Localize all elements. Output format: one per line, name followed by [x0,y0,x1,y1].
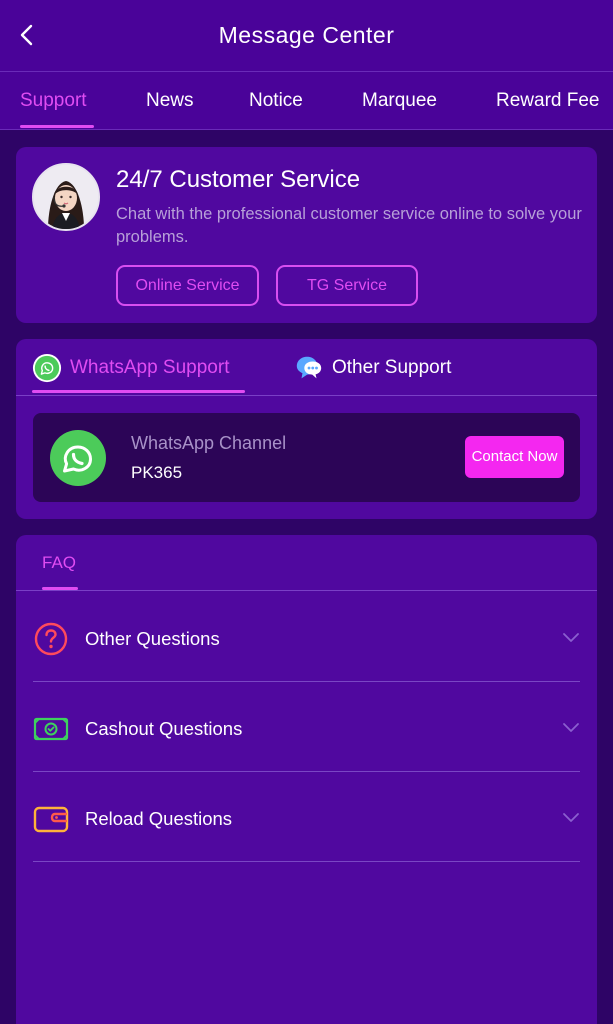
chevron-down-icon [563,813,579,822]
whatsapp-icon [32,353,62,383]
faq-card: FAQ Other Questions Cashout Questions Re… [16,535,597,1024]
customer-service-title: 24/7 Customer Service [116,166,361,193]
contact-now-button[interactable]: Contact Now [465,436,564,478]
tg-service-button[interactable]: TG Service [276,265,418,306]
chat-bubble-icon [296,356,322,379]
question-circle-icon [34,622,68,656]
page-title: Message Center [218,22,395,48]
tab-support[interactable]: Support [20,72,87,130]
tab-other-support[interactable]: Other Support [294,349,451,387]
faq-label: Other Questions [85,628,220,649]
online-service-button[interactable]: Online Service [116,265,259,306]
tab-news[interactable]: News [146,72,194,130]
tab-reward-fee[interactable]: Reward Fee [496,72,600,130]
tab-faq[interactable]: FAQ [42,553,76,573]
faq-label: Reload Questions [85,808,233,829]
back-button[interactable] [14,22,40,48]
customer-service-card: 24/7 Customer Service Chat with the prof… [16,147,597,323]
divider [16,395,597,396]
whatsapp-channel-item: WhatsApp Channel PK365 Contact Now [33,413,580,502]
top-bar: Message Center [0,0,613,72]
tab-notice[interactable]: Notice [249,72,303,130]
channel-id: PK365 [131,463,183,482]
tab-marquee[interactable]: Marquee [362,72,437,130]
avatar [32,163,100,231]
active-tab-indicator [20,125,94,128]
faq-item-reload-questions[interactable]: Reload Questions [33,772,580,862]
whatsapp-icon [50,430,106,486]
other-support-label: Other Support [332,357,452,378]
support-agent-avatar-icon [34,165,98,229]
chevron-down-icon [563,633,579,642]
tab-whatsapp-support[interactable]: WhatsApp Support [32,349,229,387]
customer-service-description: Chat with the professional customer serv… [116,205,582,246]
chevron-left-icon [20,24,33,46]
chevron-down-icon [563,723,579,732]
support-card: WhatsApp Support Other Support WhatsApp … [16,339,597,519]
faq-item-other-questions[interactable]: Other Questions [33,592,580,682]
channel-name: WhatsApp Channel [131,433,287,453]
tab-bar: Support News Notice Marquee Reward Fee [0,72,613,130]
faq-item-cashout-questions[interactable]: Cashout Questions [33,682,580,772]
cash-bill-icon [33,717,69,741]
whatsapp-support-label: WhatsApp Support [70,357,230,378]
support-tab-indicator [32,390,245,393]
faq-label: Cashout Questions [85,718,243,739]
wallet-icon [33,806,69,833]
divider [16,590,597,591]
